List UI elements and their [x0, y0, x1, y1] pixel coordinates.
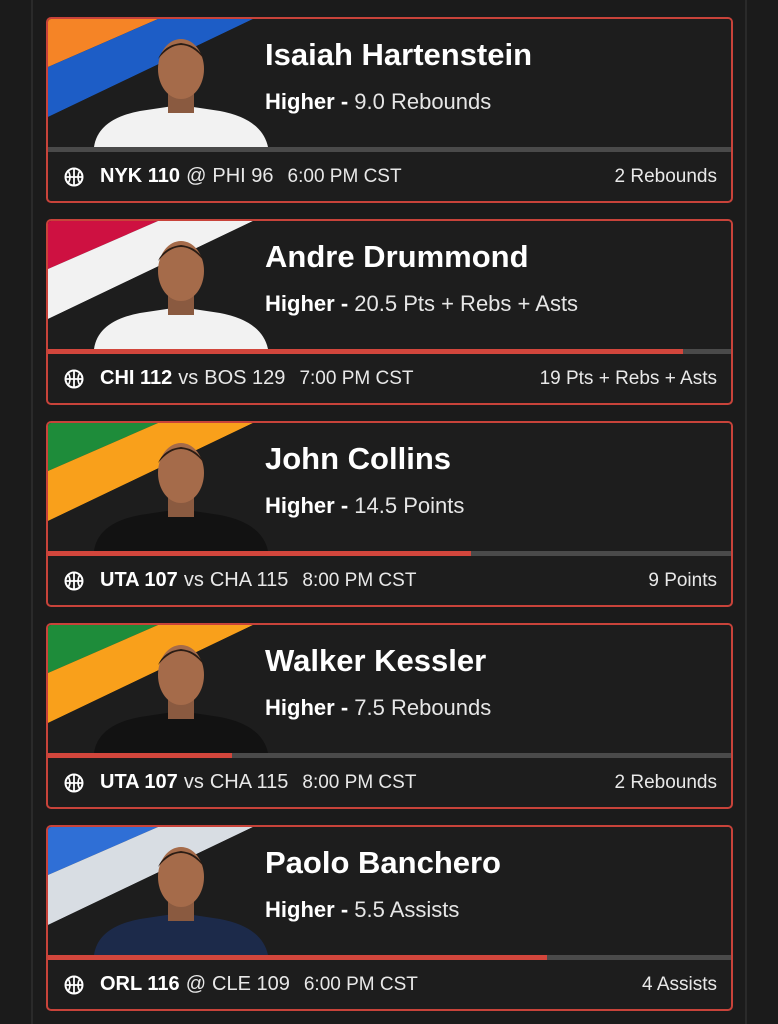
pick-separator: - — [340, 695, 349, 720]
pick-direction: Higher — [265, 493, 335, 518]
matchup-connector: vs — [178, 367, 199, 389]
basketball-icon — [64, 773, 84, 792]
player-name: Andre Drummond — [265, 239, 529, 274]
pick-line: Higher - 20.5 Pts + Rebs + Asts — [265, 291, 578, 317]
basketball-icon — [64, 571, 84, 590]
game-time: 8:00 PM CST — [302, 771, 417, 793]
pick-stat-line: 5.5 Assists — [354, 897, 460, 922]
game-time: 6:00 PM CST — [287, 165, 402, 187]
player-name: Paolo Banchero — [265, 845, 501, 880]
game-info: NYK 110 @ PHI 96 6:00 PM CST 2 Rebounds — [48, 152, 731, 201]
pick-direction: Higher — [265, 897, 335, 922]
basketball-icon — [64, 167, 84, 186]
current-stat: 2 Rebounds — [614, 165, 717, 187]
matchup-connector: vs — [183, 569, 204, 591]
pick-direction: Higher — [265, 89, 335, 114]
pick-separator: - — [340, 897, 349, 922]
right-rail — [745, 0, 747, 1024]
pick-stat-line: 9.0 Rebounds — [354, 89, 492, 114]
game-time: 6:00 PM CST — [303, 973, 418, 995]
team-a-score: UTA 107 — [100, 771, 178, 793]
current-stat: 19 Pts + Rebs + Asts — [539, 367, 717, 389]
card-header: Walker Kessler Higher - 7.5 Rebounds — [48, 625, 731, 753]
team-a-score: UTA 107 — [100, 569, 178, 591]
team-b-score: CHA 115 — [209, 771, 289, 793]
team-b-score: BOS 129 — [204, 367, 286, 389]
current-stat: 4 Assists — [642, 973, 717, 995]
team-b-score: PHI 96 — [212, 165, 274, 187]
card-header: Paolo Banchero Higher - 5.5 Assists — [48, 827, 731, 955]
current-stat: 2 Rebounds — [614, 771, 717, 793]
pick-separator: - — [340, 89, 349, 114]
pick-separator: - — [340, 291, 349, 316]
player-photo — [94, 645, 268, 753]
pick-line: Higher - 5.5 Assists — [265, 897, 459, 923]
pick-card[interactable]: Andre Drummond Higher - 20.5 Pts + Rebs … — [46, 219, 733, 405]
pick-stat-line: 14.5 Points — [354, 493, 465, 518]
player-photo — [94, 443, 268, 551]
pick-stat-line: 20.5 Pts + Rebs + Asts — [354, 291, 579, 316]
matchup-connector: @ — [185, 973, 206, 995]
matchup-connector: vs — [183, 771, 204, 793]
basketball-icon — [64, 975, 84, 994]
player-photo — [94, 39, 268, 147]
pick-line: Higher - 7.5 Rebounds — [265, 695, 491, 721]
player-photo — [94, 847, 268, 955]
pick-card[interactable]: Isaiah Hartenstein Higher - 9.0 Rebounds… — [46, 17, 733, 203]
team-a-score: ORL 116 — [100, 973, 180, 995]
pick-direction: Higher — [265, 695, 335, 720]
game-time: 8:00 PM CST — [302, 569, 417, 591]
pick-card[interactable]: John Collins Higher - 14.5 Points UTA 10… — [46, 421, 733, 607]
game-info: ORL 116 @ CLE 109 6:00 PM CST 4 Assists — [48, 960, 731, 1009]
matchup-connector: @ — [186, 165, 207, 187]
player-photo — [94, 241, 268, 349]
left-rail — [31, 0, 33, 1024]
team-a-score: CHI 112 — [100, 367, 173, 389]
team-b-score: CLE 109 — [212, 973, 290, 995]
pick-card[interactable]: Walker Kessler Higher - 7.5 Rebounds UTA… — [46, 623, 733, 809]
pick-line: Higher - 14.5 Points — [265, 493, 464, 519]
card-header: Isaiah Hartenstein Higher - 9.0 Rebounds — [48, 19, 731, 147]
card-header: Andre Drummond Higher - 20.5 Pts + Rebs … — [48, 221, 731, 349]
game-info: UTA 107 vs CHA 115 8:00 PM CST 2 Rebound… — [48, 758, 731, 807]
game-info: CHI 112 vs BOS 129 7:00 PM CST 19 Pts + … — [48, 354, 731, 403]
team-a-score: NYK 110 — [100, 165, 181, 187]
card-header: John Collins Higher - 14.5 Points — [48, 423, 731, 551]
pick-separator: - — [340, 493, 349, 518]
player-name: John Collins — [265, 441, 451, 476]
pick-card[interactable]: Paolo Banchero Higher - 5.5 Assists ORL … — [46, 825, 733, 1011]
game-info: UTA 107 vs CHA 115 8:00 PM CST 9 Points — [48, 556, 731, 605]
player-name: Isaiah Hartenstein — [265, 37, 533, 72]
team-b-score: CHA 115 — [209, 569, 289, 591]
basketball-icon — [64, 369, 84, 388]
game-time: 7:00 PM CST — [299, 367, 414, 389]
pick-stat-line: 7.5 Rebounds — [354, 695, 492, 720]
pick-direction: Higher — [265, 291, 335, 316]
player-name: Walker Kessler — [265, 643, 487, 678]
pick-line: Higher - 9.0 Rebounds — [265, 89, 491, 115]
current-stat: 9 Points — [648, 569, 717, 591]
